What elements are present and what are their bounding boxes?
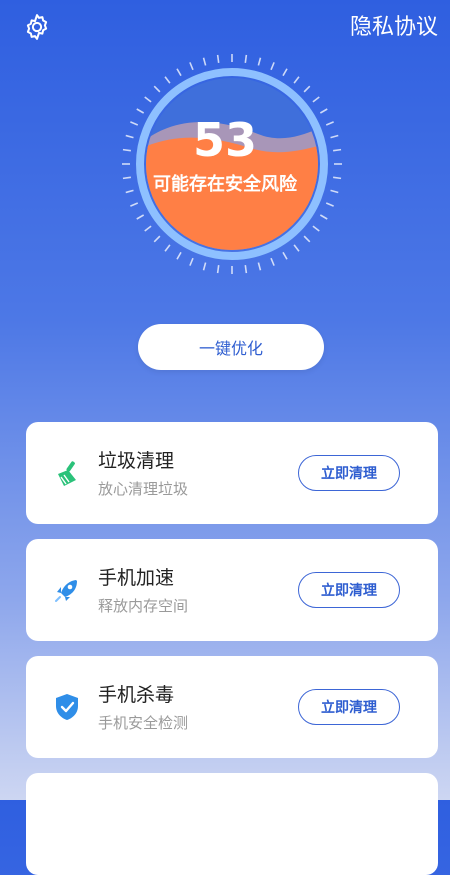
card-antivirus: 手机杀毒 手机安全检测 立即清理	[26, 656, 438, 758]
gauge-tick	[303, 235, 311, 243]
gauge-tick	[144, 225, 152, 232]
risk-text: 可能存在安全风险	[153, 174, 297, 195]
gauge-tick	[270, 257, 275, 266]
gauge-tick	[312, 225, 320, 232]
gauge-tick	[164, 244, 171, 252]
shield-icon	[56, 694, 78, 720]
gauge-tick	[202, 57, 207, 66]
broom-icon	[58, 461, 76, 486]
gauge-tick	[136, 214, 145, 220]
card-title: 垃圾清理	[98, 450, 175, 472]
card-junk-clean: 垃圾清理 放心清理垃圾 立即清理	[26, 422, 438, 524]
gauge-tick	[312, 96, 320, 103]
gauge-tick	[189, 257, 194, 266]
gauge-tick	[282, 251, 288, 260]
gauge-tick	[244, 265, 248, 274]
gauge-tick	[303, 85, 311, 93]
card-title: 手机杀毒	[98, 684, 175, 706]
gauge-tick	[176, 68, 182, 77]
gauge-tick	[319, 214, 328, 220]
privacy-policy-link[interactable]: 隐私协议	[350, 12, 438, 44]
clean-now-button[interactable]: 立即清理	[298, 455, 400, 491]
card-phone-speedup: 手机加速 释放内存空间 立即清理	[26, 539, 438, 641]
gauge-tick	[189, 62, 194, 71]
gear-icon[interactable]	[22, 12, 52, 42]
card-subtitle: 手机安全检测	[98, 714, 189, 732]
top-bar: 隐私协议	[0, 0, 450, 56]
gauge-tick	[293, 244, 300, 252]
gauge-tick	[244, 54, 248, 63]
gauge-tick	[270, 62, 275, 71]
gauge-tick	[257, 57, 262, 66]
clean-now-button[interactable]: 立即清理	[298, 572, 400, 608]
gauge-tick	[216, 54, 220, 63]
gauge-tick	[144, 96, 152, 103]
gauge-tick	[153, 235, 161, 243]
gauge-tick	[153, 85, 161, 93]
card-title: 手机加速	[98, 567, 175, 589]
rocket-icon	[55, 580, 77, 602]
gauge-tick	[257, 262, 262, 271]
gauge-tick	[202, 262, 207, 271]
gauge-tick	[282, 68, 288, 77]
risk-score: 53	[192, 113, 257, 167]
card-subtitle: 释放内存空间	[98, 597, 189, 615]
clean-now-button[interactable]: 立即清理	[298, 689, 400, 725]
card-subtitle: 放心清理垃圾	[98, 480, 189, 498]
gauge-tick	[130, 202, 139, 207]
card-partial	[26, 773, 438, 875]
one-key-optimize-button[interactable]: 一键优化	[138, 324, 324, 370]
gauge-tick	[164, 76, 171, 84]
gauge-tick	[176, 251, 182, 260]
gauge-tick	[293, 76, 300, 84]
gauge-tick	[325, 202, 334, 207]
gauge-tick	[216, 265, 220, 274]
